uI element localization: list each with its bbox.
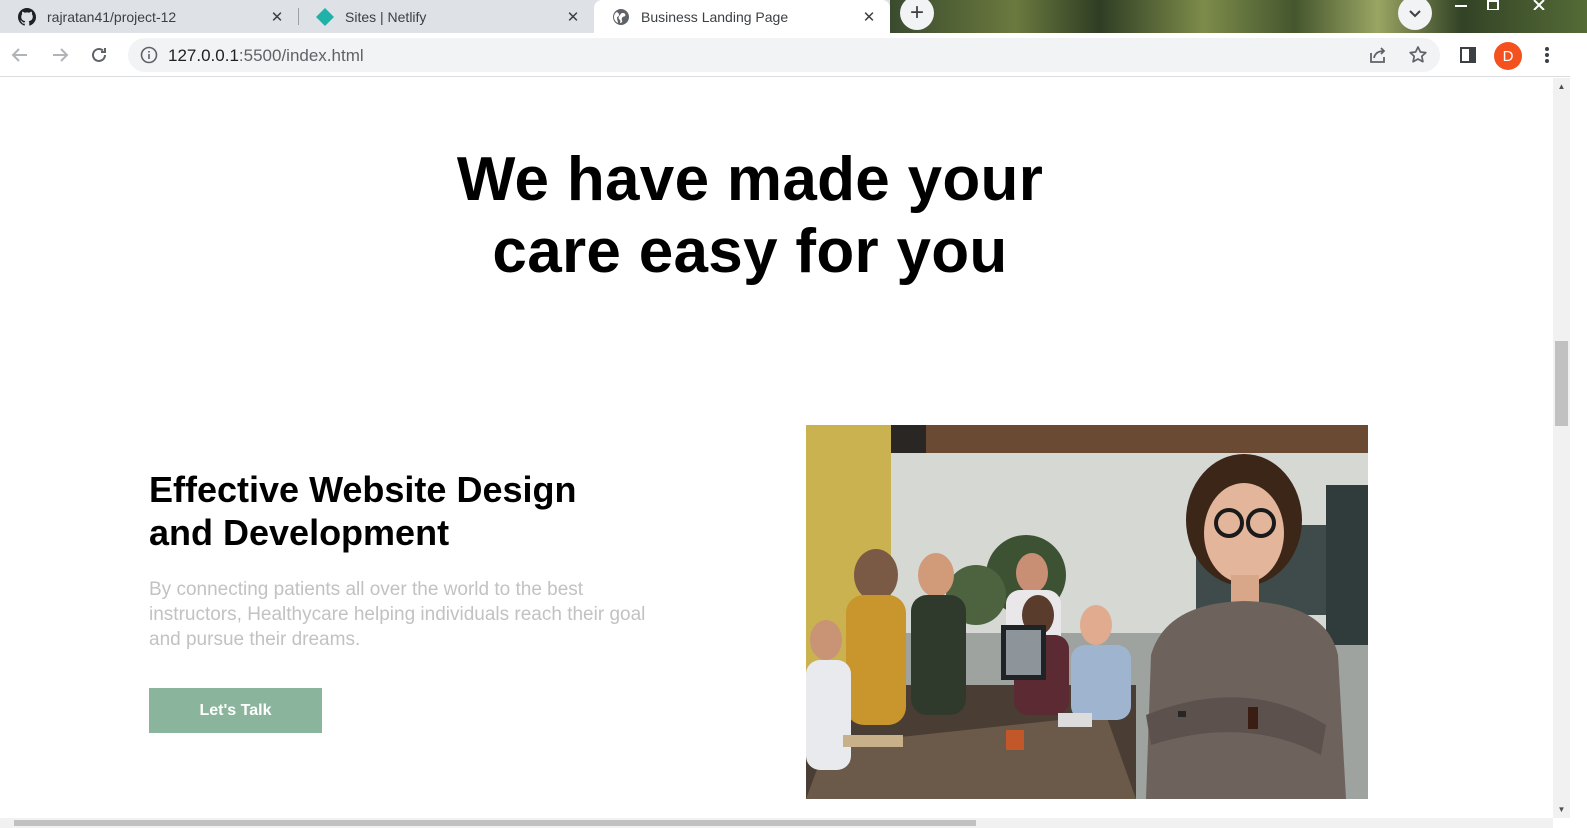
- address-bar[interactable]: 127.0.0.1:5500/index.html: [128, 38, 1440, 72]
- hero-title-line-2: care easy for you: [492, 217, 1008, 286]
- lets-talk-button[interactable]: Let's Talk: [149, 688, 322, 733]
- close-icon[interactable]: ✕: [860, 8, 878, 26]
- tab-title: Sites | Netlify: [345, 8, 427, 25]
- arrow-right-icon: [53, 48, 69, 62]
- side-panel-button[interactable]: [1456, 43, 1480, 67]
- reload-icon: [92, 47, 106, 62]
- team-photo: [806, 425, 1368, 799]
- section-title: Effective Website Design and Development: [149, 468, 669, 554]
- menu-button[interactable]: [1535, 43, 1559, 67]
- tab-strip: rajratan41/project-12 ✕ Sites | Netlify …: [0, 0, 1587, 33]
- info-icon[interactable]: [140, 46, 158, 64]
- hero-title-line-1: We have made your: [456, 145, 1044, 214]
- netlify-icon: [316, 7, 334, 26]
- kebab-menu-icon: [1545, 47, 1549, 63]
- scroll-up-icon[interactable]: ▲: [1553, 78, 1570, 95]
- url-host: 127.0.0.1: [168, 46, 239, 65]
- restore-icon: [1487, 0, 1499, 10]
- tab-netlify[interactable]: Sites | Netlify ✕: [298, 0, 594, 33]
- bookmark-button[interactable]: [1406, 43, 1430, 67]
- tab-github[interactable]: rajratan41/project-12 ✕: [0, 0, 298, 33]
- browser-toolbar: 127.0.0.1:5500/index.html D: [0, 33, 1587, 77]
- section-title-line-1: Effective Website Design: [149, 469, 577, 510]
- window-controls: [1445, 0, 1569, 12]
- reload-button[interactable]: [87, 43, 111, 67]
- section-description: By connecting patients all over the worl…: [149, 579, 646, 650]
- url-text[interactable]: 127.0.0.1:5500/index.html: [168, 46, 364, 66]
- share-button[interactable]: [1366, 43, 1390, 67]
- section-title-line-2: and Development: [149, 512, 450, 553]
- restore-button[interactable]: [1477, 0, 1509, 12]
- tab-title: Business Landing Page: [641, 8, 789, 25]
- tab-title: rajratan41/project-12: [47, 8, 177, 25]
- github-icon: [18, 7, 36, 26]
- minimize-icon: [1455, 5, 1467, 7]
- plus-icon: +: [909, 0, 924, 26]
- url-path: :5500/index.html: [238, 46, 364, 65]
- horizontal-scrollbar[interactable]: [0, 818, 1553, 828]
- tab-business-landing-page[interactable]: Business Landing Page ✕: [594, 0, 890, 33]
- close-icon[interactable]: ✕: [268, 8, 286, 26]
- back-button[interactable]: [8, 43, 32, 67]
- hero-title: We have made your care easy for you: [0, 144, 1500, 288]
- scroll-down-icon[interactable]: ▼: [1553, 801, 1570, 818]
- side-panel-icon: [1460, 47, 1476, 63]
- team-photo-illustration: [806, 425, 1368, 799]
- window-edge: [1570, 33, 1587, 828]
- close-icon: [1533, 0, 1545, 10]
- vertical-scrollbar[interactable]: ▲ ▼: [1553, 78, 1570, 818]
- forward-button[interactable]: [48, 43, 72, 67]
- arrow-left-icon: [11, 48, 27, 62]
- minimize-button[interactable]: [1445, 0, 1477, 12]
- profile-avatar[interactable]: D: [1494, 42, 1522, 70]
- chevron-down-icon: [1409, 10, 1421, 18]
- share-icon: [1370, 47, 1386, 63]
- star-icon: [1409, 46, 1427, 63]
- close-icon[interactable]: ✕: [564, 8, 582, 26]
- close-window-button[interactable]: [1509, 0, 1569, 12]
- vertical-scroll-thumb[interactable]: [1555, 341, 1568, 426]
- page-viewport: We have made your care easy for you Effe…: [0, 78, 1553, 818]
- horizontal-scroll-thumb[interactable]: [14, 820, 976, 826]
- globe-icon: [613, 8, 629, 25]
